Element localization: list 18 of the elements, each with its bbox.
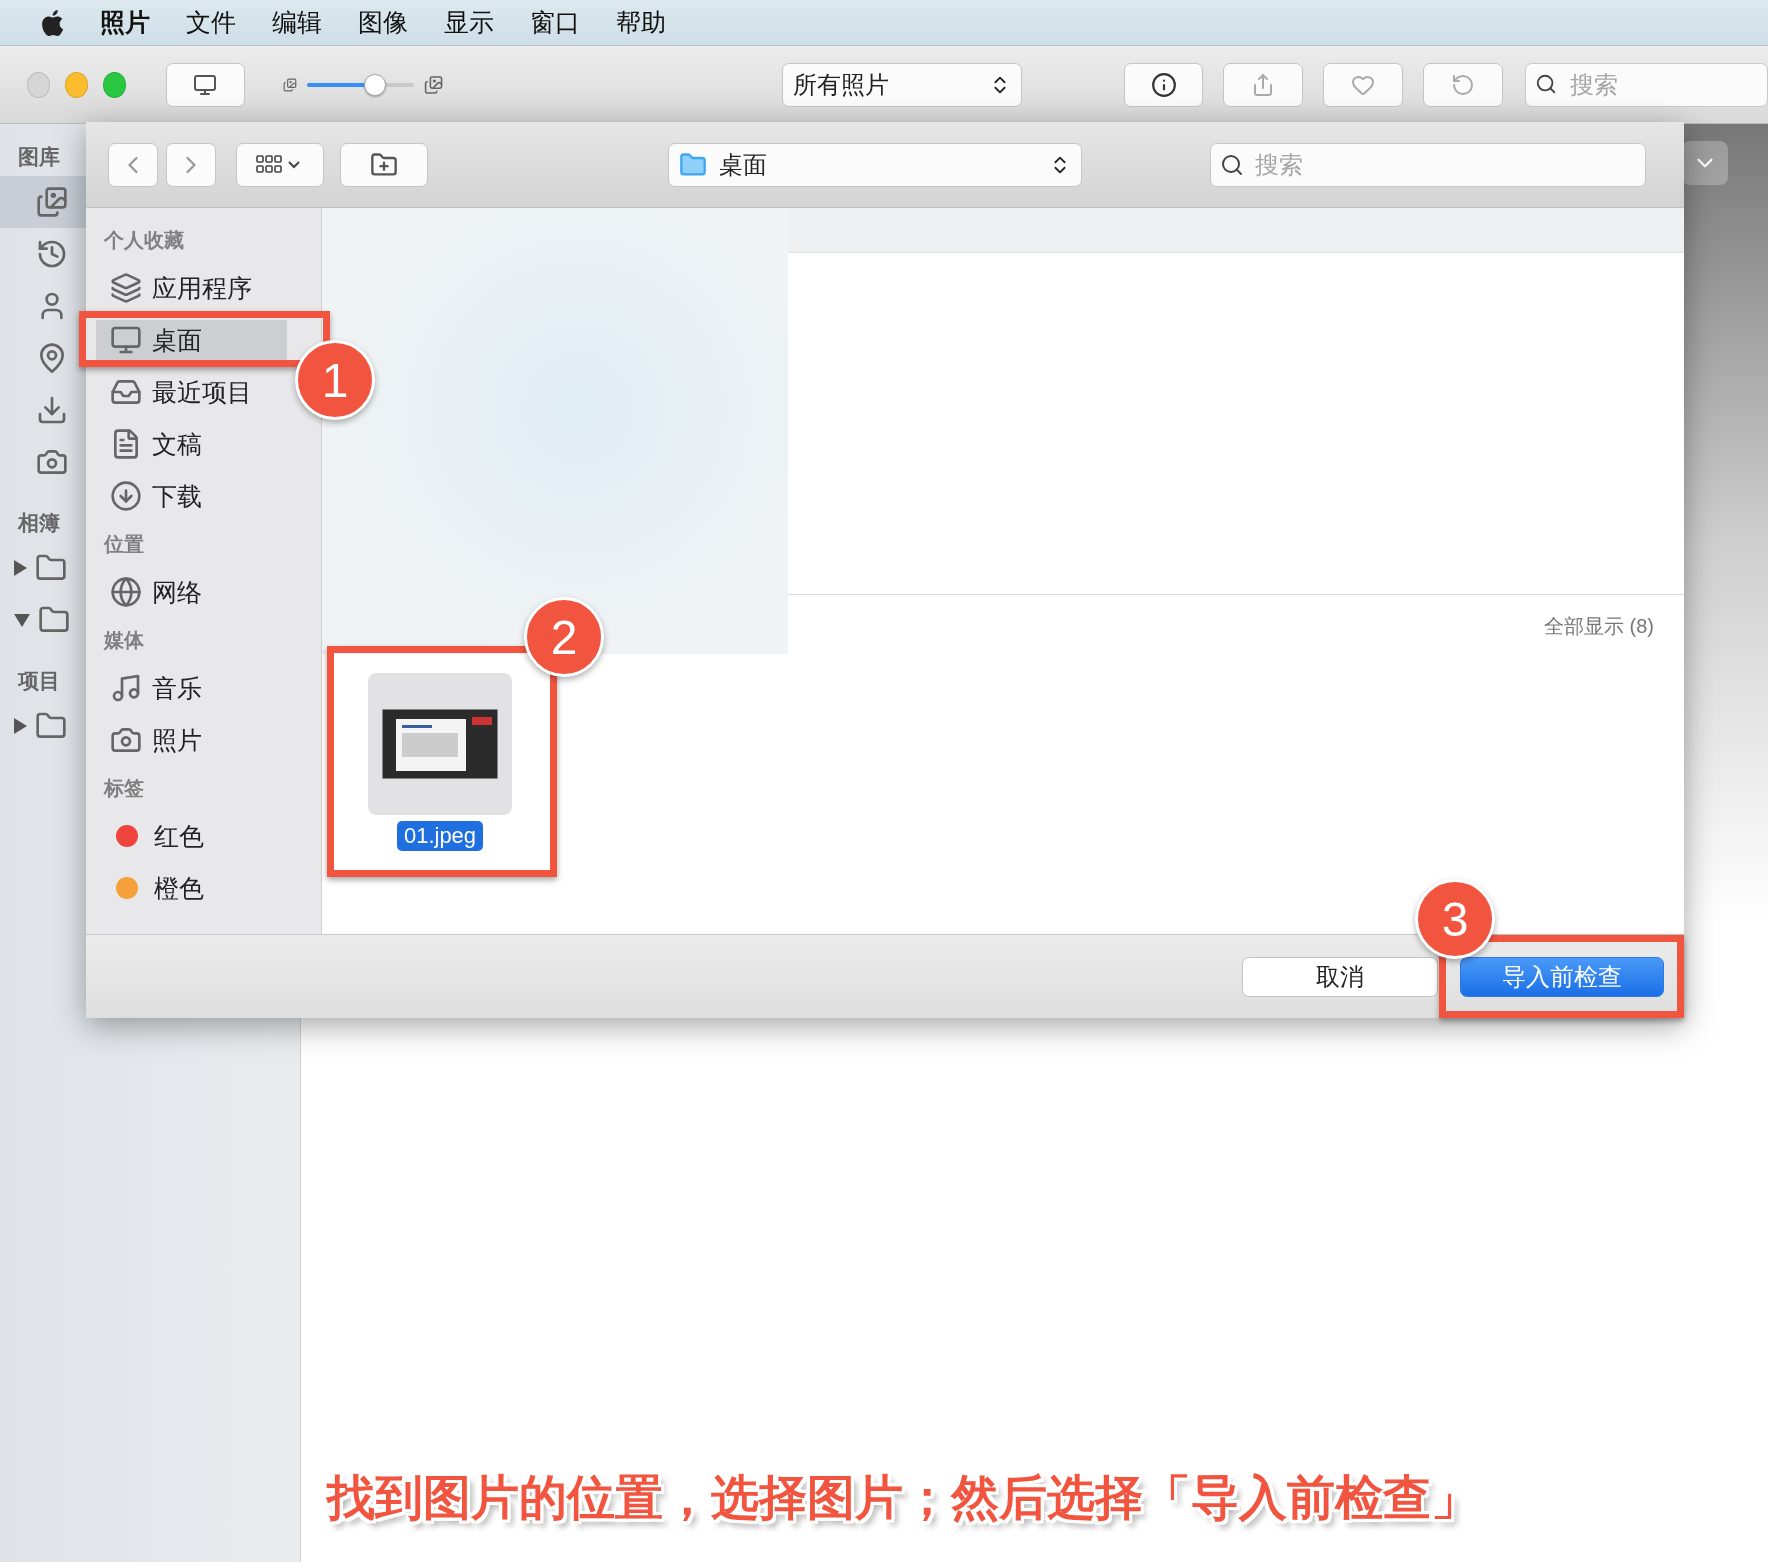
item-label: 应用程序	[152, 272, 252, 304]
item-label: 最近项目	[152, 376, 252, 408]
section-heading: 媒体	[104, 627, 145, 653]
section-heading: 个人收藏	[104, 227, 185, 253]
caption-text: 找到图片的位置，选择图片；然后选择「导入前检查」	[327, 1470, 1479, 1526]
section-heading: 项目	[18, 668, 60, 694]
item-label: 文稿	[152, 428, 202, 460]
item-label: 音乐	[152, 672, 202, 704]
section-heading: 标签	[104, 775, 145, 801]
item-label: 桌面	[152, 324, 202, 356]
section-heading: 图库	[18, 144, 60, 170]
item-label: 橙色	[154, 872, 204, 904]
item-label: 红色	[154, 820, 204, 852]
section-heading: 相簿	[18, 510, 60, 536]
item-label: 下载	[152, 480, 202, 512]
section-heading: 位置	[104, 531, 145, 557]
item-label: 网络	[152, 576, 202, 608]
item-label: 照片	[152, 724, 202, 756]
